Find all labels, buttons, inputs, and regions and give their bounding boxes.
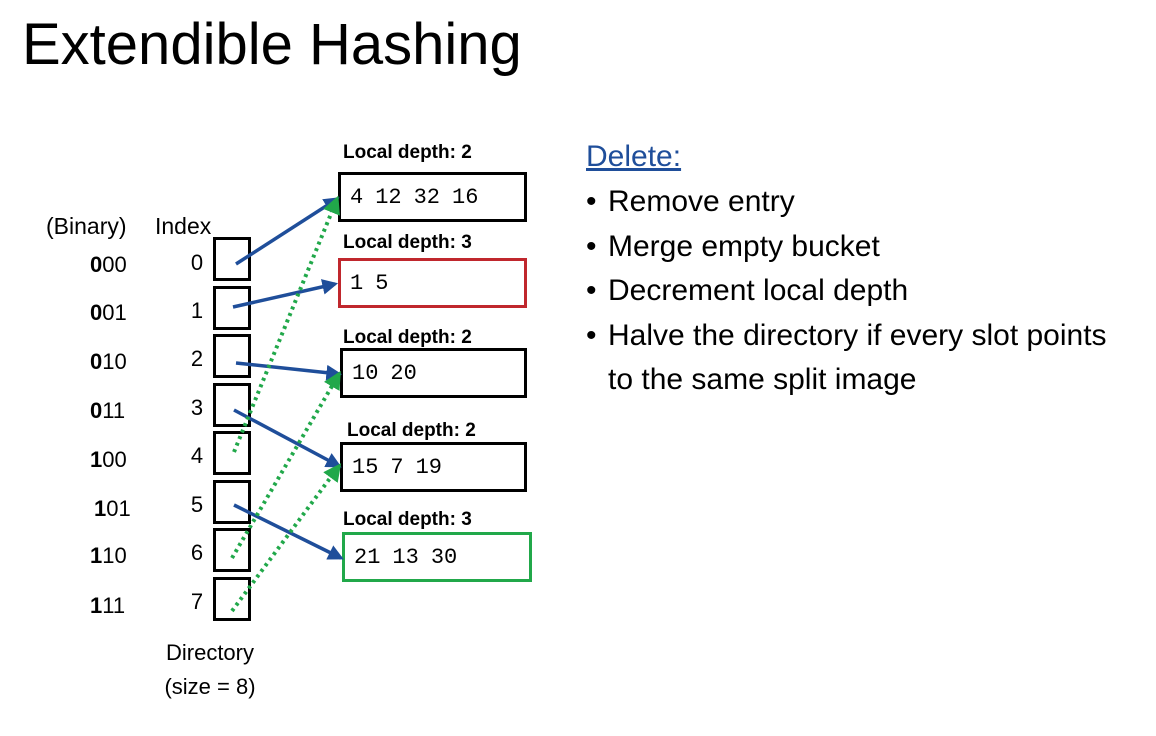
delete-step: Remove entry <box>586 180 1126 225</box>
bucket-entry: 1 <box>350 270 364 296</box>
binary-label: 101 <box>94 496 131 521</box>
binary-label: 111 <box>90 593 126 618</box>
delete-step: Merge empty bucket <box>586 225 1126 270</box>
bucket-4-local-depth: Local depth: 3 <box>343 509 472 530</box>
binary-label: 011 <box>90 398 126 423</box>
solid-pointer-slot-2-to-bucket-2 <box>235 361 343 381</box>
bucket-entry: 13 <box>392 544 419 570</box>
bucket-entry: 20 <box>390 360 417 386</box>
directory-size-label: (size = 8) <box>164 674 256 699</box>
index-label: 4 <box>190 443 204 468</box>
directory-slot-3 <box>213 383 251 427</box>
bucket-0: 4 12 32 16 <box>338 172 527 222</box>
directory-slot-1 <box>213 286 251 330</box>
bucket-entry: 15 <box>352 454 379 480</box>
delete-heading: Delete: <box>586 140 682 173</box>
binary-label: 100 <box>90 447 127 472</box>
directory-label: Directory <box>165 640 254 665</box>
bucket-entry: 32 <box>413 184 441 210</box>
bucket-entry: 30 <box>430 544 458 570</box>
solid-pointer-slot-0-to-bucket-0 <box>235 197 340 266</box>
binary-label: 110 <box>90 543 127 568</box>
directory-slot-0 <box>213 237 251 281</box>
slide-title: Extendible Hashing <box>22 12 522 77</box>
bucket-2: 10 20 <box>340 348 527 398</box>
binary-label: 001 <box>90 300 127 325</box>
bucket-entry: 4 <box>350 184 364 210</box>
directory-slot-6 <box>213 528 251 572</box>
binary-label: 000 <box>90 252 127 277</box>
bucket-entry: 16 <box>452 184 479 210</box>
index-label: 5 <box>190 492 204 517</box>
bucket-entry: 19 <box>415 454 443 480</box>
bucket-entry: 7 <box>390 454 404 480</box>
directory-slot-7 <box>213 577 251 621</box>
index-column-header: Index <box>155 213 212 239</box>
delete-steps-list: Remove entry Merge empty bucket Decremen… <box>586 180 1126 403</box>
index-label: 3 <box>190 395 204 420</box>
bucket-3-local-depth: Local depth: 2 <box>347 420 476 441</box>
bucket-entry: 10 <box>352 360 379 386</box>
index-label: 1 <box>190 298 204 323</box>
directory-slot-2 <box>213 334 251 378</box>
bucket-0-local-depth: Local depth: 2 <box>343 142 472 163</box>
binary-column-header: (Binary) <box>46 213 127 239</box>
bucket-3: 15 7 19 <box>340 442 527 492</box>
bucket-1: 1 5 <box>338 258 527 308</box>
bucket-entry: 12 <box>375 184 402 210</box>
index-label: 0 <box>190 250 204 275</box>
index-label: 7 <box>190 589 204 614</box>
index-label: 2 <box>190 346 204 371</box>
delete-step: Halve the directory if every slot points… <box>586 314 1126 403</box>
bucket-2-local-depth: Local depth: 2 <box>343 327 472 348</box>
directory-slot-4 <box>213 431 251 475</box>
bucket-4: 21 13 30 <box>342 532 532 582</box>
index-label: 6 <box>190 540 204 565</box>
directory-slot-5 <box>213 480 251 524</box>
bucket-entry: 21 <box>354 544 381 570</box>
binary-label: 010 <box>90 349 127 374</box>
bucket-entry: 5 <box>375 270 389 296</box>
bucket-1-local-depth: Local depth: 3 <box>343 232 472 253</box>
delete-step: Decrement local depth <box>586 269 1126 314</box>
